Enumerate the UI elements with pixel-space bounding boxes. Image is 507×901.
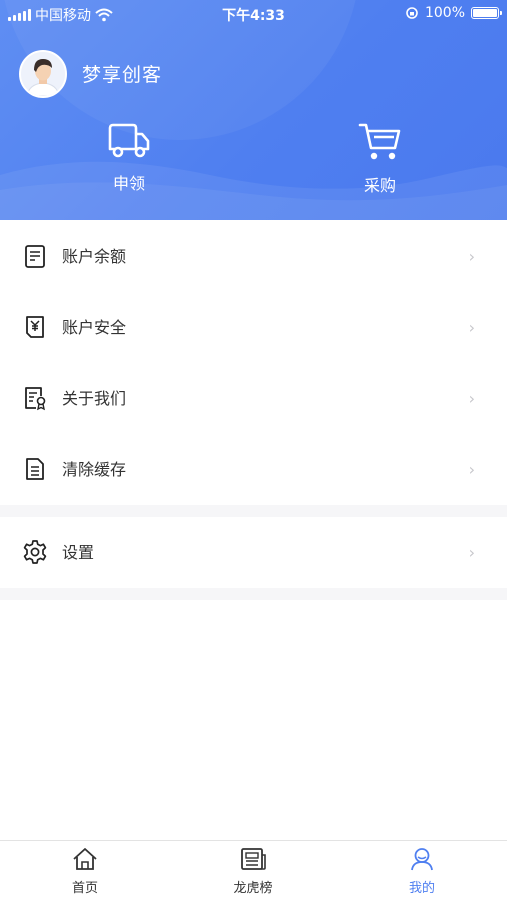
document-icon [26, 458, 44, 480]
orientation-lock-icon [406, 7, 418, 19]
tab-mine[interactable]: 我的 [372, 847, 472, 896]
tab-label: 首页 [71, 881, 98, 896]
tab-label: 我的 [408, 881, 435, 896]
menu-item-account-security[interactable]: 账户安全 › [0, 292, 507, 363]
purchase-label: 采购 [363, 176, 396, 195]
newspaper-icon [241, 848, 266, 870]
tab-label: 龙虎榜 [233, 881, 273, 896]
gear-icon [23, 540, 47, 564]
menu-label: 账户余额 [62, 247, 127, 266]
tab-leaderboard[interactable]: 龙虎榜 [203, 847, 303, 896]
chevron-right-icon: › [468, 247, 475, 266]
avatar-person-icon [21, 52, 65, 96]
menu-item-about-us[interactable]: 关于我们 › [0, 363, 507, 434]
section-divider [0, 588, 507, 600]
cart-icon [358, 123, 401, 160]
menu-item-account-balance[interactable]: 账户余额 › [0, 221, 507, 292]
menu-item-settings[interactable]: 设置 › [0, 517, 507, 588]
chevron-right-icon: › [468, 543, 475, 562]
chevron-right-icon: › [468, 460, 475, 479]
username: 梦享创客 [82, 64, 163, 86]
menu-label: 账户安全 [62, 318, 127, 337]
yuan-document-icon [26, 316, 44, 338]
chevron-right-icon: › [468, 318, 475, 337]
chevron-right-icon: › [468, 389, 475, 408]
section-divider [0, 505, 507, 517]
menu-label: 清除缓存 [62, 460, 127, 479]
purchase-button[interactable]: 采购 [320, 122, 440, 196]
certificate-icon [25, 387, 46, 411]
battery-percent: 100% [424, 5, 465, 21]
home-icon [73, 848, 97, 870]
apply-label: 申领 [112, 174, 145, 193]
bottom-tab-bar: 首页 龙虎榜 我的 [0, 840, 507, 901]
truck-icon [108, 123, 150, 158]
menu-item-clear-cache[interactable]: 清除缓存 › [0, 434, 507, 505]
ledger-icon [25, 245, 45, 268]
profile-header: 中国移动 下午4:33 100% 梦享创客 申领 采购 [0, 0, 507, 220]
status-bar: 中国移动 下午4:33 100% [0, 0, 507, 28]
menu-label: 设置 [62, 543, 95, 562]
tab-home[interactable]: 首页 [35, 847, 135, 896]
person-icon [411, 848, 433, 871]
battery-icon [471, 7, 502, 19]
avatar[interactable] [19, 50, 67, 98]
menu-label: 关于我们 [62, 389, 127, 408]
apply-button[interactable]: 申领 [69, 122, 189, 194]
